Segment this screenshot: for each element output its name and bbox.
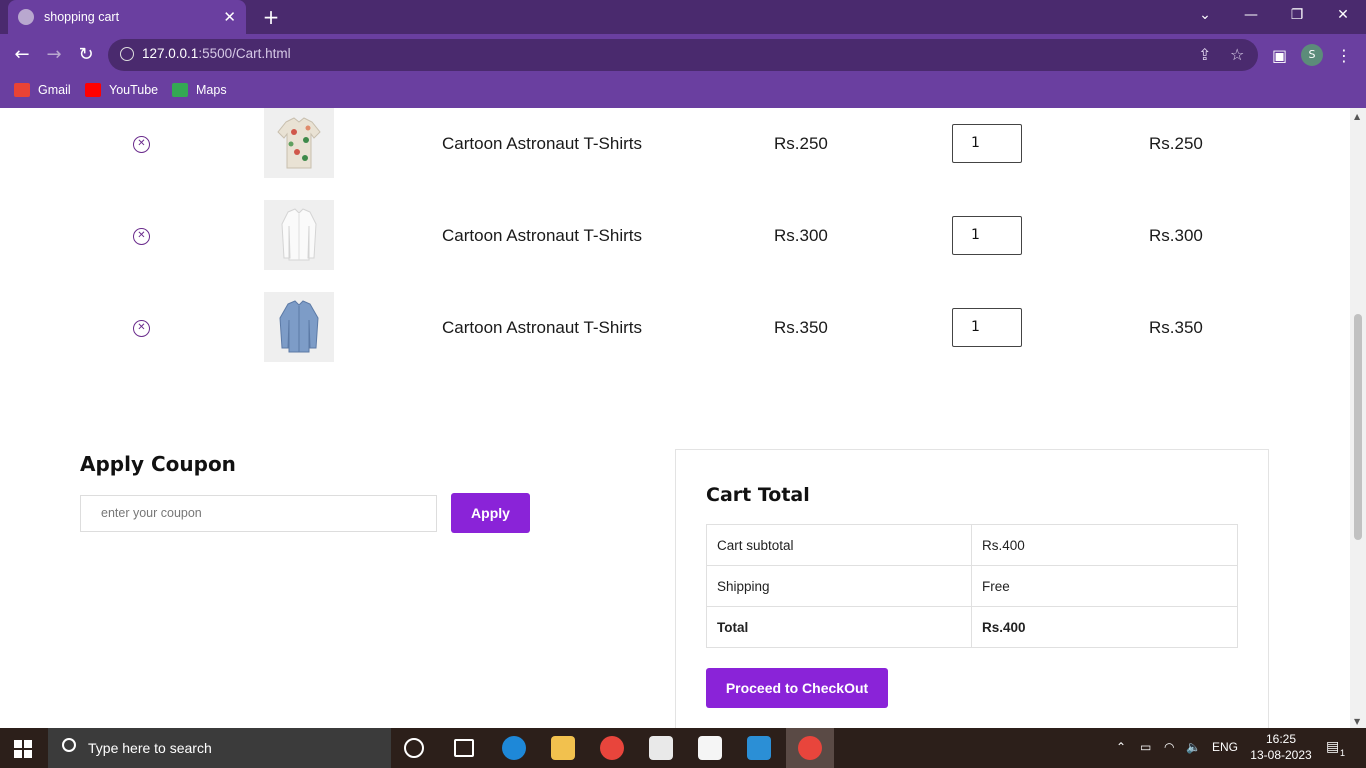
scroll-up-icon[interactable]: ▲ (1354, 112, 1360, 121)
mail-icon[interactable] (698, 736, 722, 760)
minimize-button[interactable]: — (1228, 0, 1274, 30)
quantity-input[interactable]: 1 (952, 124, 1022, 163)
bookmarks-bar: Gmail YouTube Maps (0, 76, 1366, 108)
page-viewport: ✕ Cartoon Astronaut T-Shirts Rs.250 1 Rs… (0, 108, 1350, 728)
product-price: Rs.250 (774, 134, 828, 153)
bookmark-gmail[interactable]: Gmail (14, 83, 71, 97)
row-value: Rs.400 (971, 524, 1238, 566)
tab-title: shopping cart (44, 10, 120, 24)
item-subtotal: Rs.250 (1149, 134, 1203, 153)
row-value: Free (971, 565, 1238, 607)
windows-taskbar: Type here to search ⌃ ▭ ◠ 🔈 ENG 16:25 13… (0, 728, 1366, 768)
taskbar-clock[interactable]: 16:25 13-08-2023 (1250, 731, 1312, 763)
globe-icon (18, 9, 34, 25)
cart-total-table: Cart subtotal Rs.400 Shipping Free Total… (706, 524, 1238, 648)
side-panel-icon[interactable]: ▣ (1272, 46, 1287, 65)
checkout-button[interactable]: Proceed to CheckOut (706, 668, 888, 708)
file-explorer-icon[interactable] (551, 736, 575, 760)
vscode-icon[interactable] (747, 736, 771, 760)
table-row: Shipping Free (706, 565, 1238, 607)
wifi-icon[interactable]: ◠ (1164, 740, 1174, 754)
taskbar-search-placeholder: Type here to search (88, 740, 212, 756)
quantity-input[interactable]: 1 (952, 216, 1022, 255)
language-indicator[interactable]: ENG (1212, 740, 1238, 754)
maps-icon (172, 83, 188, 97)
clock-date: 13-08-2023 (1250, 748, 1312, 762)
tab-close-icon[interactable]: ✕ (223, 8, 236, 26)
chrome-icon[interactable] (600, 736, 624, 760)
menu-icon[interactable]: ⋮ (1336, 46, 1352, 65)
scrollbar-thumb[interactable] (1354, 314, 1362, 540)
row-label: Cart subtotal (706, 524, 972, 566)
taskbar-active-chrome[interactable] (786, 728, 834, 768)
scroll-down-icon[interactable]: ▼ (1354, 717, 1360, 726)
edge-icon[interactable] (502, 736, 526, 760)
apply-coupon-button[interactable]: Apply (451, 493, 530, 533)
reload-icon[interactable]: ↻ (73, 42, 99, 68)
table-row: Cart subtotal Rs.400 (706, 524, 1238, 566)
url-text: 127.0.0.1:5500/Cart.html (142, 46, 291, 61)
forward-arrow-icon[interactable]: → (41, 42, 67, 68)
bookmark-youtube[interactable]: YouTube (85, 83, 158, 97)
chrome-profile-icon (798, 736, 822, 760)
cart-row: ✕ Cartoon Astronaut T-Shirts Rs.350 1 Rs… (0, 292, 1350, 362)
bookmark-maps[interactable]: Maps (172, 83, 227, 97)
row-label: Shipping (706, 565, 972, 607)
task-view-icon[interactable] (454, 739, 474, 757)
row-value: Rs.400 (971, 606, 1238, 648)
back-arrow-icon[interactable]: ← (9, 42, 35, 68)
cart-row: ✕ Cartoon Astronaut T-Shirts Rs.300 1 Rs… (0, 200, 1350, 270)
browser-toolbar: ← → ↻ 127.0.0.1:5500/Cart.html ⇪ ☆ ▣ S ⋮ (0, 34, 1366, 76)
tray-chevron-icon[interactable]: ⌃ (1116, 740, 1126, 754)
share-icon[interactable]: ⇪ (1198, 45, 1211, 64)
quantity-input[interactable]: 1 (952, 308, 1022, 347)
profile-avatar[interactable]: S (1301, 44, 1323, 66)
product-price: Rs.300 (774, 226, 828, 245)
volume-icon[interactable]: 🔈 (1186, 740, 1201, 754)
store-icon[interactable] (649, 736, 673, 760)
remove-item-icon[interactable]: ✕ (133, 136, 150, 153)
item-subtotal: Rs.300 (1149, 226, 1203, 245)
browser-titlebar: shopping cart ✕ + ⌄ — ❐ ✕ (0, 0, 1366, 34)
windows-start-icon[interactable] (14, 740, 32, 758)
coupon-title: Apply Coupon (80, 452, 236, 476)
page-scrollbar[interactable]: ▲ ▼ (1350, 108, 1366, 728)
cart-total-title: Cart Total (706, 484, 810, 506)
notification-count: 1 (1340, 748, 1346, 758)
remove-item-icon[interactable]: ✕ (133, 228, 150, 245)
search-icon (62, 738, 76, 752)
product-image-denim-shirt (264, 292, 334, 362)
product-name: Cartoon Astronaut T-Shirts (442, 134, 643, 153)
item-subtotal: Rs.350 (1149, 318, 1203, 337)
close-window-button[interactable]: ✕ (1320, 0, 1366, 30)
tab-search-icon[interactable]: ⌄ (1182, 0, 1228, 30)
product-image-floral-shirt (264, 108, 334, 178)
row-label: Total (706, 606, 972, 648)
youtube-icon (85, 83, 101, 97)
address-bar[interactable]: 127.0.0.1:5500/Cart.html ⇪ ☆ (108, 39, 1258, 71)
product-image-white-shirt (264, 200, 334, 270)
restore-button[interactable]: ❐ (1274, 0, 1320, 30)
new-tab-button[interactable]: + (258, 4, 284, 30)
clock-time: 16:25 (1265, 732, 1297, 746)
table-row: Total Rs.400 (706, 606, 1238, 648)
remove-item-icon[interactable]: ✕ (133, 320, 150, 337)
site-info-icon[interactable] (120, 47, 134, 61)
taskbar-search-box[interactable]: Type here to search (48, 728, 391, 768)
battery-icon[interactable]: ▭ (1140, 740, 1151, 754)
cortana-icon[interactable] (404, 738, 424, 758)
notification-icon[interactable]: ▤ (1326, 738, 1339, 755)
cart-total-panel: Cart Total Cart subtotal Rs.400 Shipping… (675, 449, 1269, 728)
coupon-input[interactable]: enter your coupon (80, 495, 437, 532)
product-price: Rs.350 (774, 318, 828, 337)
browser-tab[interactable]: shopping cart ✕ (8, 0, 246, 34)
cart-row: ✕ Cartoon Astronaut T-Shirts Rs.250 1 Rs… (0, 108, 1350, 178)
gmail-icon (14, 83, 30, 97)
product-name: Cartoon Astronaut T-Shirts (442, 226, 643, 245)
product-name: Cartoon Astronaut T-Shirts (442, 318, 643, 337)
star-icon[interactable]: ☆ (1230, 45, 1244, 64)
